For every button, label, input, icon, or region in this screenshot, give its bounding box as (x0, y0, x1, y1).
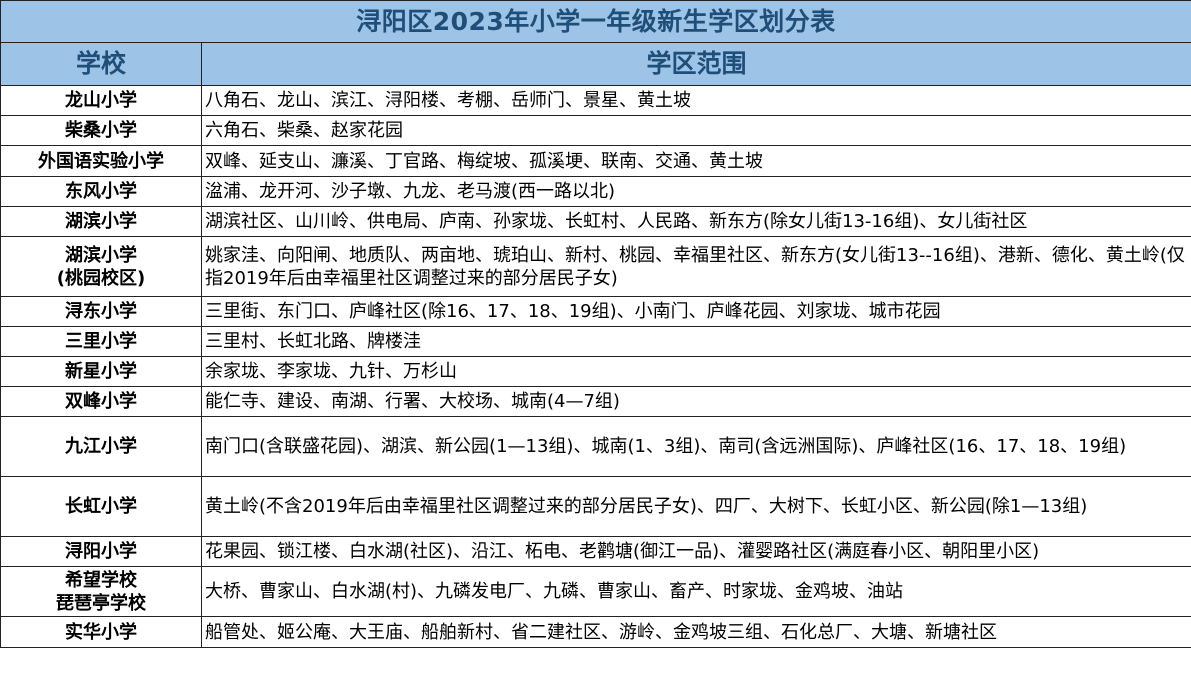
school-name: 柴桑小学 (65, 120, 137, 141)
table-row: 双峰小学 能仁寺、建设、南湖、行署、大校场、城南(4—7组) (0, 386, 1191, 417)
table-row: 希望学校 琵琶亭学校 大桥、曹家山、白水湖(村)、九磷发电厂、九磷、曹家山、畜产、时… (0, 566, 1191, 617)
title-row: 浔阳区2023年小学一年级新生学区划分表 (0, 0, 1191, 43)
school-cell: 实华小学 (0, 616, 202, 648)
range-cell: 三里村、长虹北路、牌楼洼 (201, 326, 1191, 357)
table-row: 长虹小学 黄土岭(不含2019年后由幸福里社区调整过来的部分居民子女)、四厂、大树… (0, 476, 1191, 537)
school-cell: 双峰小学 (0, 386, 202, 417)
school-cell: 龙山小学 (0, 85, 202, 116)
table-row: 外国语实验小学 双峰、延支山、濂溪、丁官路、梅绽坡、孤溪埂、联南、交通、黄土坡 (0, 145, 1191, 177)
school-name: 琵琶亭学校 (56, 592, 146, 614)
school-name: 外国语实验小学 (38, 150, 164, 172)
school-cell: 新星小学 (0, 356, 202, 387)
table-row: 浔东小学 三里街、东门口、庐峰社区(除16、17、18、19组)、小南门、庐峰花园… (0, 296, 1191, 327)
school-cell: 浔东小学 (0, 296, 202, 327)
range-cell: 湓浦、龙开河、沙子墩、九龙、老马渡(西一路以北) (201, 176, 1191, 207)
school-cell: 湖滨小学 (0, 206, 202, 237)
school-name: 实华小学 (65, 621, 137, 643)
range-cell: 船管处、姬公庵、大王庙、船舶新村、省二建社区、游岭、金鸡坡三组、石化总厂、大塘、… (201, 616, 1191, 648)
school-cell: 长虹小学 (0, 476, 202, 537)
school-cell: 九江小学 (0, 416, 202, 477)
school-name: 湖滨小学 (65, 244, 137, 266)
range-cell: 双峰、延支山、濂溪、丁官路、梅绽坡、孤溪埂、联南、交通、黄土坡 (201, 145, 1191, 177)
school-name: 长虹小学 (65, 496, 137, 517)
range-cell: 姚家洼、向阳闸、地质队、两亩地、琥珀山、新村、桃园、幸福里社区、新东方(女儿街1… (201, 236, 1191, 297)
table-row: 湖滨小学 (桃园校区) 姚家洼、向阳闸、地质队、两亩地、琥珀山、新村、桃园、幸福里社… (0, 236, 1191, 297)
header-row: 学校 学区范围 (0, 42, 1191, 86)
school-cell: 湖滨小学 (桃园校区) (0, 236, 202, 297)
table-title: 浔阳区2023年小学一年级新生学区划分表 (0, 0, 1191, 43)
range-cell: 黄土岭(不含2019年后由幸福里社区调整过来的部分居民子女)、四厂、大树下、长虹… (201, 476, 1191, 537)
school-name: 三里小学 (65, 331, 137, 352)
school-cell: 希望学校 琵琶亭学校 (0, 566, 202, 617)
range-cell: 六角石、柴桑、赵家花园 (201, 115, 1191, 146)
table-row: 东风小学 湓浦、龙开河、沙子墩、九龙、老马渡(西一路以北) (0, 176, 1191, 207)
header-school: 学校 (0, 42, 202, 86)
school-name: 浔东小学 (65, 301, 137, 322)
school-cell: 浔阳小学 (0, 536, 202, 567)
table-row: 柴桑小学 六角石、柴桑、赵家花园 (0, 115, 1191, 146)
table-row: 龙山小学 八角石、龙山、滨江、浔阳楼、考棚、岳师门、景星、黄土坡 (0, 85, 1191, 116)
range-cell: 八角石、龙山、滨江、浔阳楼、考棚、岳师门、景星、黄土坡 (201, 85, 1191, 116)
header-range: 学区范围 (201, 42, 1191, 86)
table-row: 湖滨小学 湖滨社区、山川岭、供电局、庐南、孙家垅、长虹村、人民路、新东方(除女儿街… (0, 206, 1191, 237)
range-cell: 能仁寺、建设、南湖、行署、大校场、城南(4—7组) (201, 386, 1191, 417)
school-name: 九江小学 (65, 436, 137, 457)
range-cell: 余家垅、李家垅、九针、万杉山 (201, 356, 1191, 387)
school-cell: 柴桑小学 (0, 115, 202, 146)
range-cell: 三里街、东门口、庐峰社区(除16、17、18、19组)、小南门、庐峰花园、刘家垅… (201, 296, 1191, 327)
school-cell: 三里小学 (0, 326, 202, 357)
table-row: 实华小学 船管处、姬公庵、大王庙、船舶新村、省二建社区、游岭、金鸡坡三组、石化总厂… (0, 616, 1191, 648)
school-cell: 东风小学 (0, 176, 202, 207)
range-cell: 湖滨社区、山川岭、供电局、庐南、孙家垅、长虹村、人民路、新东方(除女儿街13-1… (201, 206, 1191, 237)
school-name: 双峰小学 (65, 391, 137, 412)
table-row: 新星小学 余家垅、李家垅、九针、万杉山 (0, 356, 1191, 387)
school-name: 湖滨小学 (65, 211, 137, 232)
table-row: 三里小学 三里村、长虹北路、牌楼洼 (0, 326, 1191, 357)
table-row: 浔阳小学 花果园、锁江楼、白水湖(社区)、沿江、柘电、老鹳塘(御江一品)、灌婴路社… (0, 536, 1191, 567)
school-name: 新星小学 (65, 361, 137, 382)
school-name: 龙山小学 (65, 90, 137, 111)
school-name: 浔阳小学 (65, 541, 137, 562)
district-table: 浔阳区2023年小学一年级新生学区划分表 学校 学区范围 龙山小学 八角石、龙山、… (0, 0, 1191, 648)
range-cell: 大桥、曹家山、白水湖(村)、九磷发电厂、九磷、曹家山、畜产、时家垅、金鸡坡、油站 (201, 566, 1191, 617)
table-row: 九江小学 南门口(含联盛花园)、湖滨、新公园(1—13组)、城南(1、3组)、南司… (0, 416, 1191, 477)
range-cell: 南门口(含联盛花园)、湖滨、新公园(1—13组)、城南(1、3组)、南司(含远洲… (201, 416, 1191, 477)
school-name: 希望学校 (65, 569, 137, 591)
school-cell: 外国语实验小学 (0, 145, 202, 177)
range-cell: 花果园、锁江楼、白水湖(社区)、沿江、柘电、老鹳塘(御江一品)、灌婴路社区(满庭… (201, 536, 1191, 567)
table-body: 浔阳区2023年小学一年级新生学区划分表 学校 学区范围 龙山小学 八角石、龙山、… (0, 0, 1191, 648)
school-name: (桃园校区) (56, 267, 146, 289)
school-name: 东风小学 (65, 181, 137, 202)
